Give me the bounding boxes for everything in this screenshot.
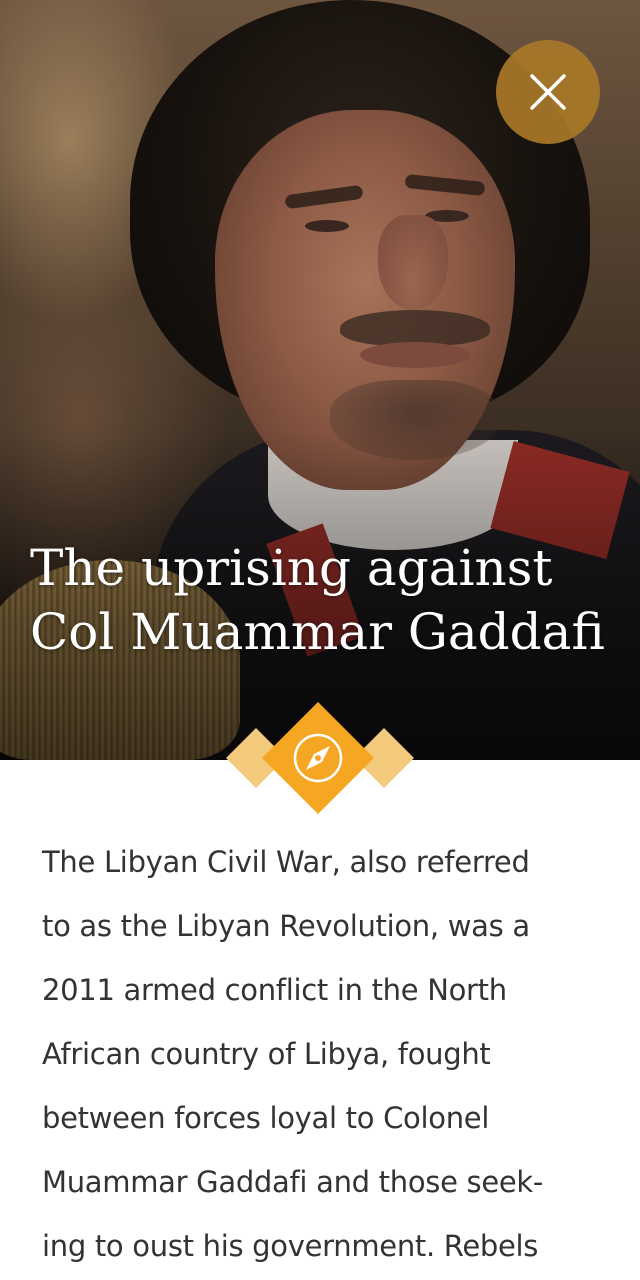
- body-line: African country of Libya, fought: [42, 1037, 491, 1071]
- body-line: to as the Libyan Revolution, was a: [42, 909, 530, 943]
- article-screen: The uprising against Col Muammar Gaddafi…: [0, 0, 640, 1280]
- body-line: 2011 armed conflict in the North: [42, 973, 507, 1007]
- close-button[interactable]: [496, 40, 600, 144]
- body-line: ing to oust his government. Rebels: [42, 1229, 539, 1263]
- close-icon: [530, 74, 566, 110]
- compass-badge: [226, 702, 414, 814]
- title-line-1: The uprising against: [30, 539, 553, 597]
- title-line-2: Col Muammar Gaddafi: [30, 603, 605, 661]
- article-body: The Libyan Civil War, also referred to a…: [42, 830, 602, 1278]
- body-line: between forces loyal to Colonel: [42, 1101, 490, 1135]
- body-line: The Libyan Civil War, also referred: [42, 845, 530, 879]
- article-title: The uprising against Col Muammar Gaddafi: [30, 536, 620, 664]
- body-line: Muammar Gaddafi and those seek-: [42, 1165, 544, 1199]
